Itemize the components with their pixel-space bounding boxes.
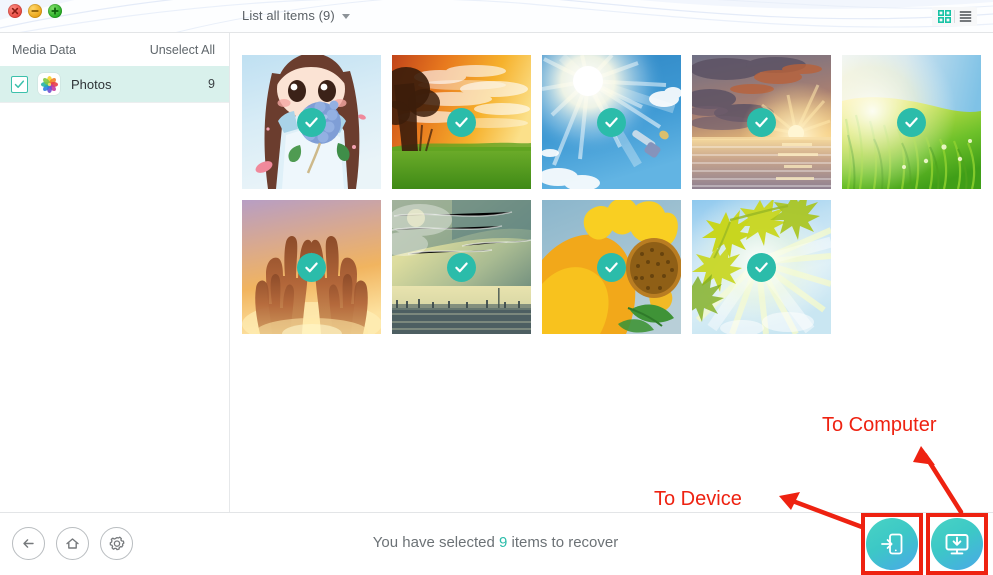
selected-check-badge[interactable] <box>747 107 776 137</box>
list-view-button[interactable] <box>955 7 975 26</box>
sidebar-header: Media Data Unselect All <box>0 33 229 66</box>
checkmark-icon <box>305 262 318 272</box>
list-all-items-dropdown[interactable]: List all items (9) <box>242 8 350 23</box>
grid-view-icon <box>937 10 951 23</box>
thumbnail-item[interactable] <box>242 55 381 189</box>
selected-check-badge[interactable] <box>297 252 326 282</box>
thumbnail-item[interactable] <box>542 55 681 189</box>
header-divider <box>0 32 993 33</box>
checkmark-icon <box>455 117 468 127</box>
to-device-annotation-label: To Device <box>654 488 742 510</box>
selected-check-badge[interactable] <box>447 107 476 137</box>
thumbnail-item[interactable] <box>542 200 681 334</box>
to-device-highlight-box <box>861 513 923 575</box>
close-button[interactable] <box>8 4 22 18</box>
thumbnail-grid <box>242 55 982 334</box>
checkmark-icon <box>455 262 468 272</box>
maximize-button[interactable] <box>48 4 62 18</box>
selected-check-badge[interactable] <box>597 252 626 282</box>
checkmark-icon <box>605 117 618 127</box>
thumbnail-item[interactable] <box>242 200 381 334</box>
minimize-button[interactable] <box>28 4 42 18</box>
sidebar-row-divider <box>0 102 229 103</box>
view-mode-switch <box>932 7 977 26</box>
photos-checkbox[interactable] <box>11 75 28 93</box>
thumbnail-item[interactable] <box>842 55 981 189</box>
thumbnail-item[interactable] <box>692 55 831 189</box>
checkmark-icon <box>305 117 318 127</box>
sidebar: Media Data Unselect All Photos 9 <box>0 33 229 512</box>
unselect-all-button[interactable]: Unselect All <box>150 43 215 57</box>
to-computer-highlight-box <box>926 513 988 575</box>
selected-check-badge[interactable] <box>897 107 926 137</box>
header-bar: List all items (9) <box>0 0 993 32</box>
status-prefix: You have selected <box>372 534 495 551</box>
minimize-icon <box>31 10 39 12</box>
checkmark-icon <box>755 262 768 272</box>
status-count: 9 <box>499 534 508 551</box>
photos-app-icon <box>38 73 60 95</box>
app-window: List all items (9) Media Data Unselect A… <box>0 0 993 575</box>
checkmark-icon <box>605 262 618 272</box>
photos-pinwheel-icon <box>40 75 58 93</box>
content-area <box>230 33 993 512</box>
maximize-icon <box>51 7 59 15</box>
list-all-items-label: List all items (9) <box>242 8 335 23</box>
selected-check-badge[interactable] <box>297 107 326 137</box>
thumbnail-item[interactable] <box>692 200 831 334</box>
selected-check-badge[interactable] <box>747 252 776 282</box>
window-controls <box>8 4 62 18</box>
chevron-down-icon <box>341 14 350 19</box>
close-icon <box>11 7 19 15</box>
sidebar-title: Media Data <box>12 42 76 57</box>
list-view-icon <box>959 11 971 22</box>
thumbnail-item[interactable] <box>392 55 531 189</box>
sidebar-item-label: Photos <box>71 76 112 92</box>
checkmark-icon <box>905 117 918 127</box>
selected-check-badge[interactable] <box>447 252 476 282</box>
checkmark-icon <box>755 117 768 127</box>
grid-view-button[interactable] <box>934 7 954 26</box>
thumbnail-item[interactable] <box>392 200 531 334</box>
to-computer-annotation-label: To Computer <box>822 414 937 436</box>
status-suffix: items to recover <box>511 534 619 551</box>
status-message: You have selected 9 items to recover <box>0 534 993 551</box>
bottom-bar: You have selected 9 items to recover <box>0 513 993 575</box>
sidebar-item-photos[interactable]: Photos 9 <box>0 66 229 103</box>
selected-check-badge[interactable] <box>597 107 626 137</box>
checkmark-icon <box>14 79 25 88</box>
sidebar-item-count: 9 <box>208 77 215 91</box>
